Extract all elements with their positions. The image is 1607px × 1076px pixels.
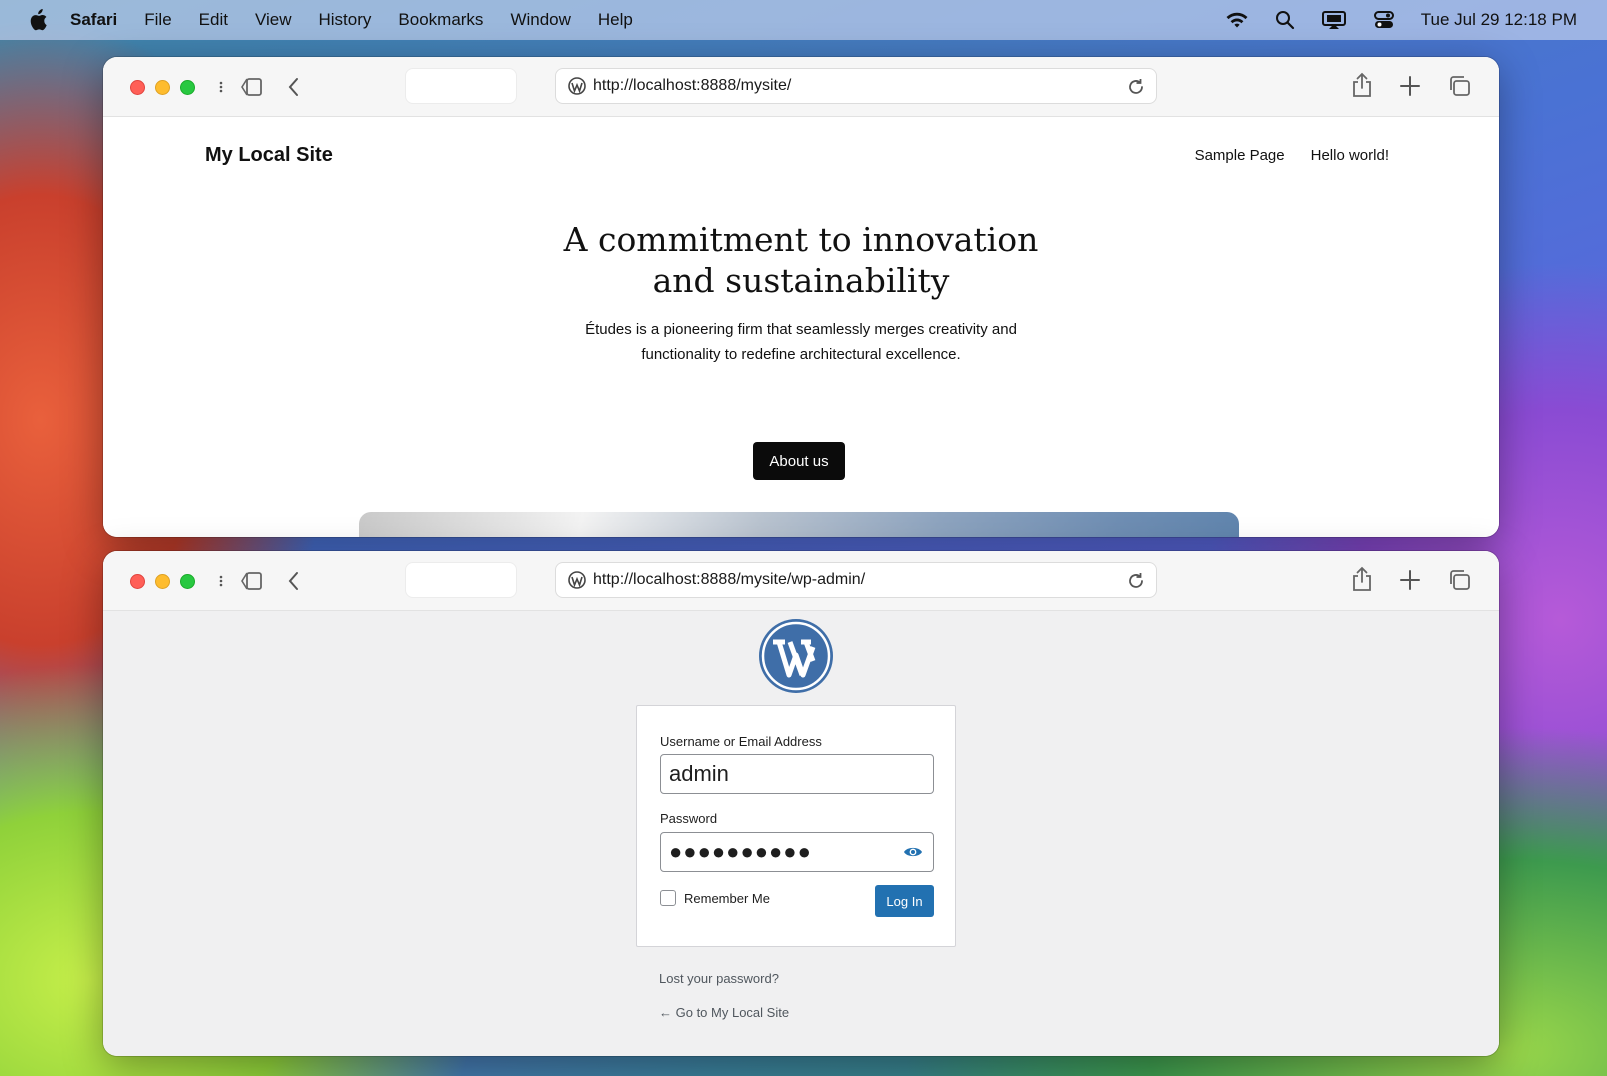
password-input[interactable]: ●●●●●●●●●●: [660, 832, 934, 872]
show-password-eye-icon[interactable]: [903, 845, 923, 859]
password-masked-value: ●●●●●●●●●●: [669, 839, 812, 864]
site-page: My Local Site Sample Page Hello world! A…: [103, 117, 1499, 537]
menu-bar-status-area: Tue Jul 29 12:18 PM: [1225, 0, 1577, 40]
spotlight-search-icon[interactable]: [1275, 10, 1295, 30]
hero-description-line: Études is a pioneering firm that seamles…: [585, 321, 1017, 338]
menu-window[interactable]: Window: [510, 10, 570, 30]
reload-icon[interactable]: [1126, 571, 1146, 591]
site-nav: Sample Page Hello world!: [1195, 147, 1389, 164]
share-icon[interactable]: [1351, 72, 1373, 98]
menu-bar: Safari File Edit View History Bookmarks …: [0, 0, 1607, 40]
username-label: Username or Email Address: [660, 734, 822, 749]
safari-window-wp-admin: http://localhost:8888/mysite/wp-admin/ U…: [103, 551, 1499, 1056]
menu-help[interactable]: Help: [598, 10, 633, 30]
zoom-window-button[interactable]: [180, 574, 195, 589]
window-controls: [130, 574, 195, 589]
browser-toolbar: http://localhost:8888/mysite/wp-admin/: [103, 551, 1499, 611]
sidebar-icon[interactable]: [240, 570, 264, 592]
menu-bar-clock[interactable]: Tue Jul 29 12:18 PM: [1421, 10, 1577, 30]
url-text: http://localhost:8888/mysite/wp-admin/: [593, 571, 866, 588]
remember-me-label[interactable]: Remember Me: [684, 891, 770, 906]
wordpress-logo-icon[interactable]: [757, 617, 835, 695]
tab-pill[interactable]: [405, 68, 517, 104]
minimize-window-button[interactable]: [155, 574, 170, 589]
menu-edit[interactable]: Edit: [199, 10, 228, 30]
control-center-icon[interactable]: [1373, 10, 1395, 30]
tab-overview-dots-icon[interactable]: [218, 77, 224, 97]
remember-me-checkbox[interactable]: [660, 890, 676, 906]
back-chevron-icon[interactable]: [286, 570, 302, 592]
address-bar[interactable]: http://localhost:8888/mysite/wp-admin/: [555, 562, 1157, 598]
lost-password-link[interactable]: Lost your password?: [659, 971, 779, 986]
new-tab-plus-icon[interactable]: [1399, 75, 1421, 97]
zoom-window-button[interactable]: [180, 80, 195, 95]
close-window-button[interactable]: [130, 574, 145, 589]
tab-overview-dots-icon[interactable]: [218, 571, 224, 591]
menu-app-safari[interactable]: Safari: [70, 10, 117, 30]
nav-link-hello-world[interactable]: Hello world!: [1311, 147, 1389, 164]
window-controls: [130, 80, 195, 95]
menu-bookmarks[interactable]: Bookmarks: [398, 10, 483, 30]
menu-file[interactable]: File: [144, 10, 171, 30]
browser-toolbar: http://localhost:8888/mysite/: [103, 57, 1499, 117]
site-title[interactable]: My Local Site: [205, 144, 333, 167]
minimize-window-button[interactable]: [155, 80, 170, 95]
about-us-button[interactable]: About us: [753, 442, 845, 480]
sidebar-icon[interactable]: [240, 76, 264, 98]
tab-overview-icon[interactable]: [1447, 75, 1471, 97]
address-bar[interactable]: http://localhost:8888/mysite/: [555, 68, 1157, 104]
wordpress-favicon-icon: [568, 571, 586, 589]
screen-mirroring-icon[interactable]: [1321, 10, 1347, 30]
back-to-site-link[interactable]: ← Go to My Local Site: [659, 1005, 789, 1020]
close-window-button[interactable]: [130, 80, 145, 95]
back-chevron-icon[interactable]: [286, 76, 302, 98]
password-label: Password: [660, 811, 718, 826]
hero-heading-line: and sustainability: [652, 261, 950, 300]
hero-heading: A commitment to innovation and sustainab…: [103, 219, 1499, 301]
menu-history[interactable]: History: [319, 10, 372, 30]
wp-login-page: Username or Email Address admin Password…: [103, 611, 1499, 1056]
share-icon[interactable]: [1351, 566, 1373, 592]
tab-pill[interactable]: [405, 562, 517, 598]
hero-building-image: [359, 512, 1239, 537]
login-form: Username or Email Address admin Password…: [636, 705, 956, 947]
hero-heading-line: A commitment to innovation: [563, 220, 1039, 259]
tab-overview-icon[interactable]: [1447, 569, 1471, 591]
reload-icon[interactable]: [1126, 77, 1146, 97]
wifi-icon[interactable]: [1225, 10, 1249, 30]
log-in-button[interactable]: Log In: [875, 885, 934, 917]
menu-view[interactable]: View: [255, 10, 292, 30]
new-tab-plus-icon[interactable]: [1399, 569, 1421, 591]
hero-description-line: functionality to redefine architectural …: [641, 346, 961, 363]
username-input[interactable]: admin: [660, 754, 934, 794]
url-text: http://localhost:8888/mysite/: [593, 77, 792, 94]
wordpress-favicon-icon: [568, 77, 586, 95]
apple-logo-icon[interactable]: [28, 9, 48, 31]
safari-window-site: http://localhost:8888/mysite/ My Local S…: [103, 57, 1499, 537]
hero-description: Études is a pioneering firm that seamles…: [103, 317, 1499, 367]
nav-link-sample-page[interactable]: Sample Page: [1195, 147, 1285, 164]
remember-me-row: Remember Me: [660, 890, 770, 906]
